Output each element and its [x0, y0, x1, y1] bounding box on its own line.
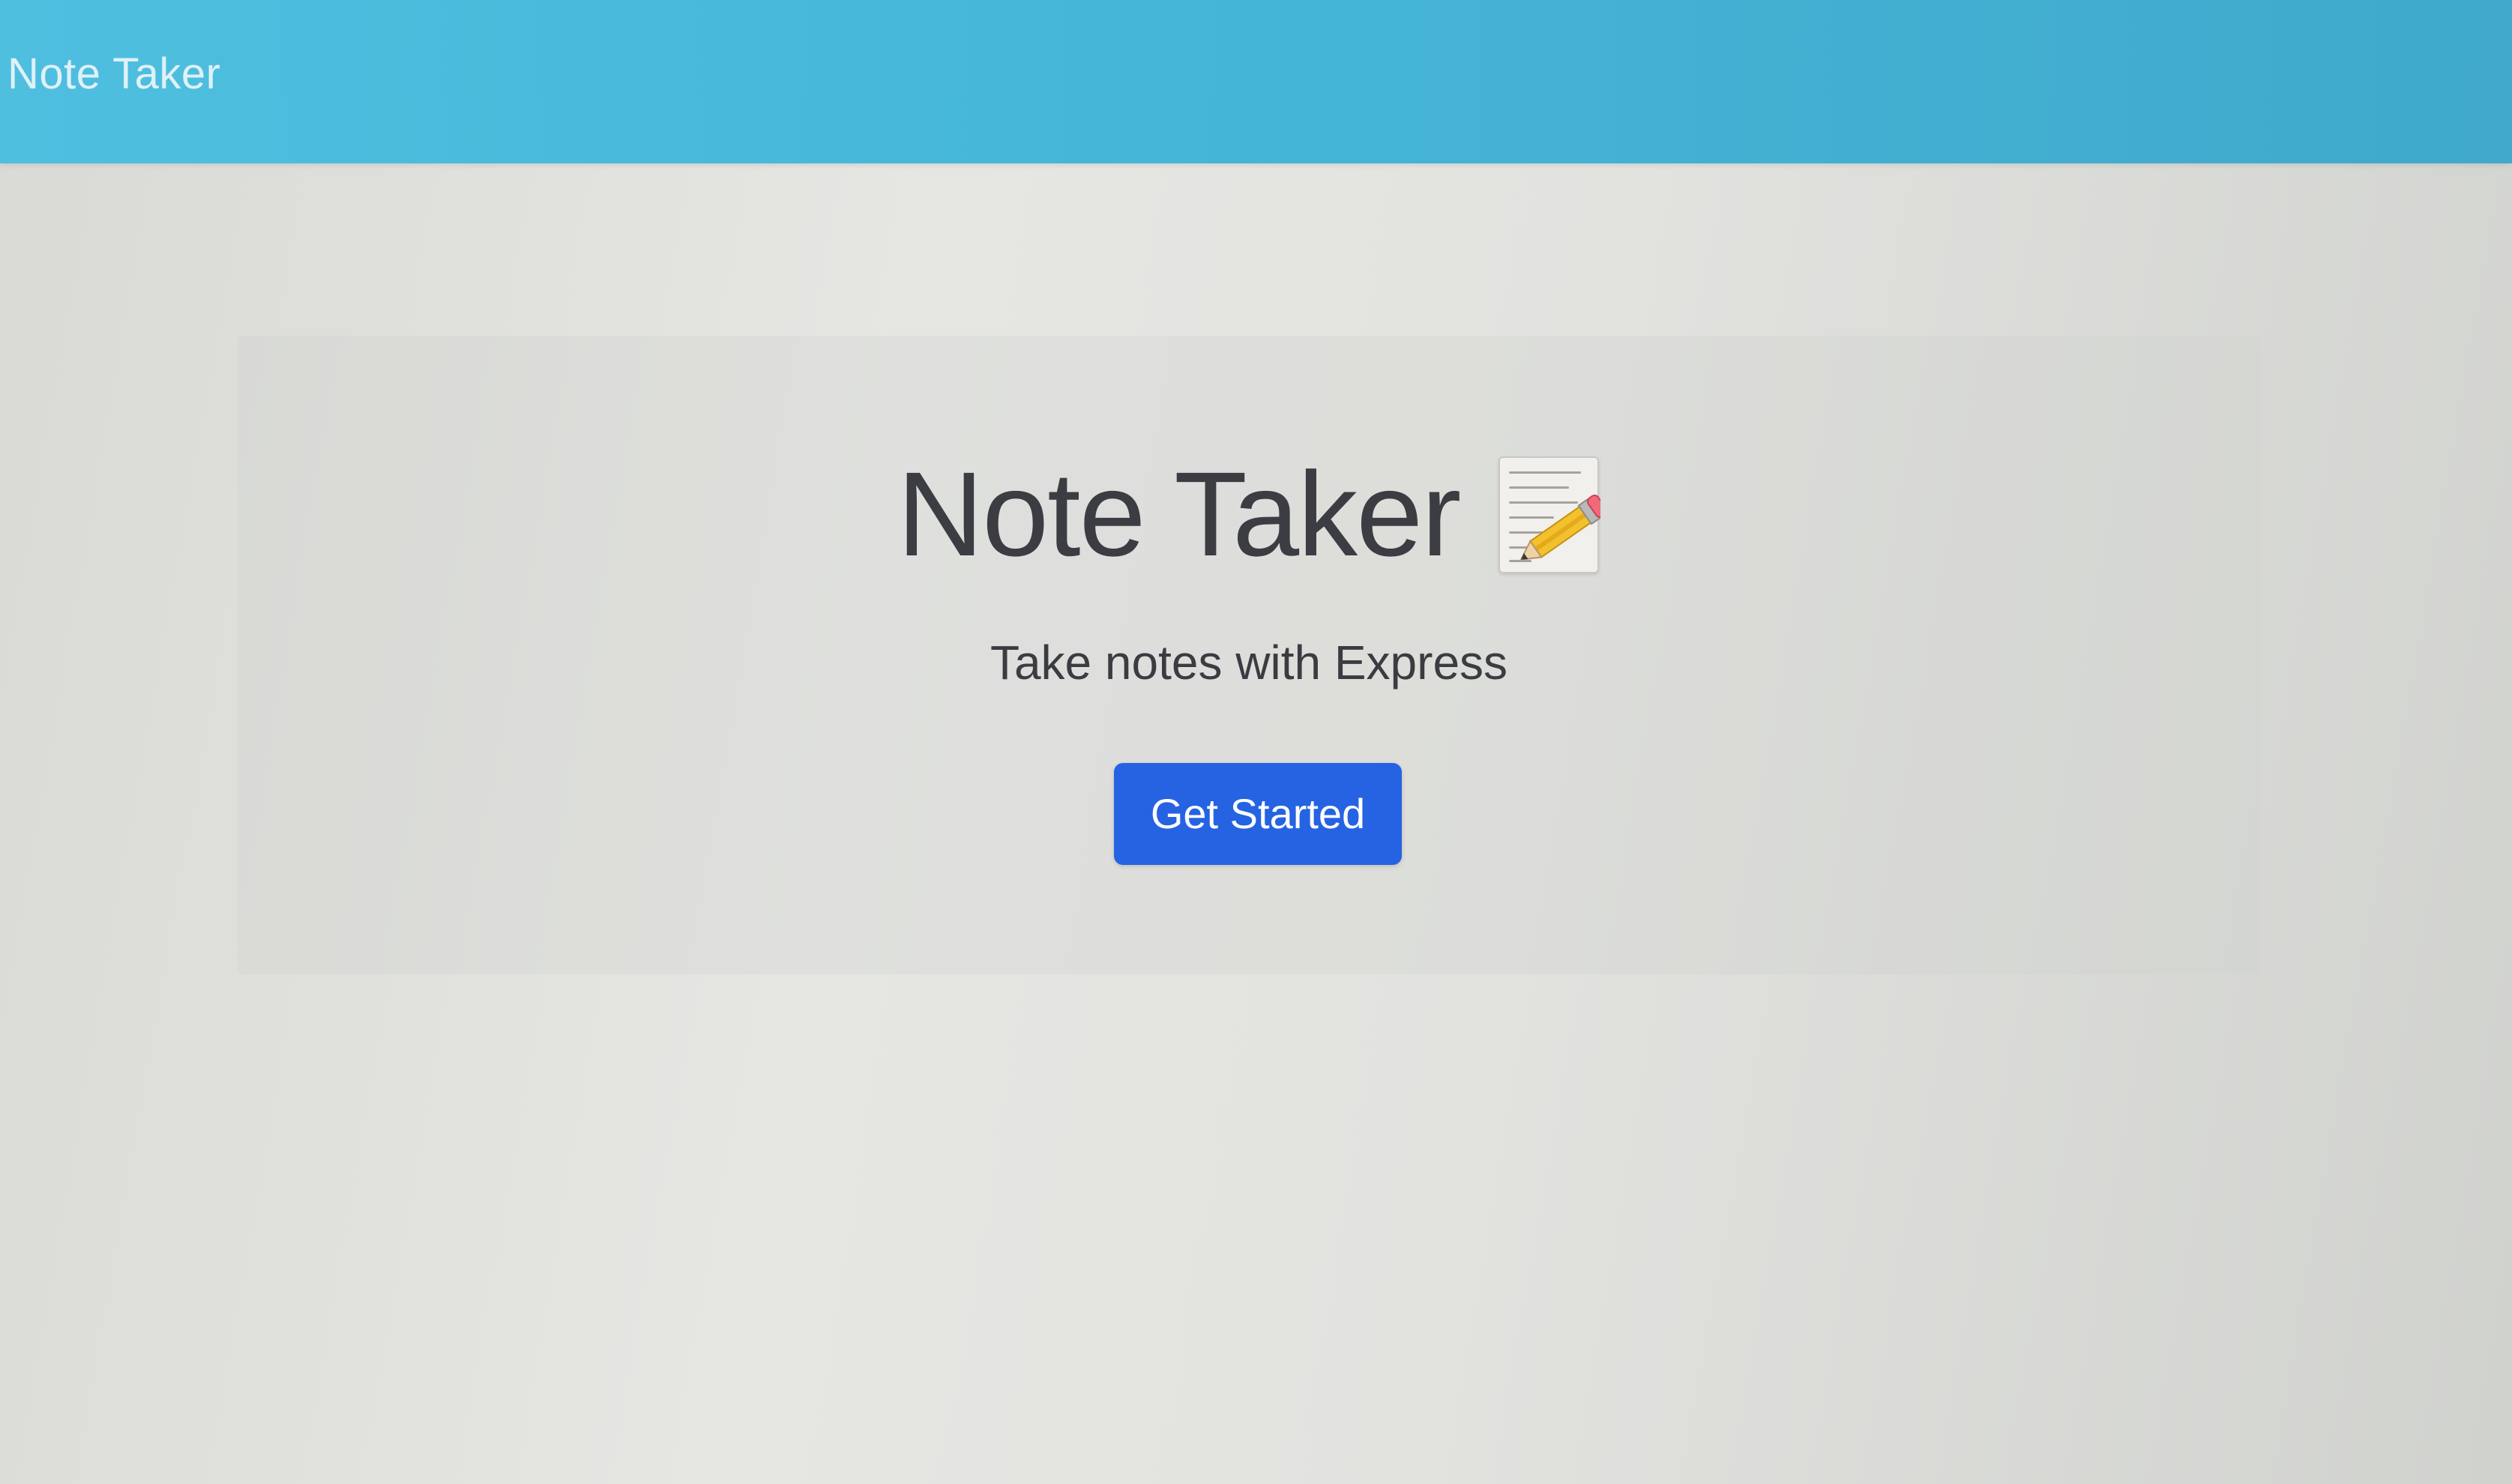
get-started-button[interactable]: Get Started — [1114, 763, 1402, 865]
pencil-icon — [1519, 494, 1601, 561]
hero-title-row: Note Taker — [238, 448, 2260, 579]
navbar-brand-link[interactable]: Note Taker — [7, 48, 220, 100]
memo-pencil-icon — [1499, 456, 1601, 575]
hero-jumbotron: Note Taker Take notes with Express Get S… — [238, 336, 2260, 974]
hero-lead-text: Take notes with Express — [990, 636, 1508, 690]
top-navbar: Note Taker — [0, 0, 2512, 163]
page-title: Note Taker — [897, 447, 1462, 581]
